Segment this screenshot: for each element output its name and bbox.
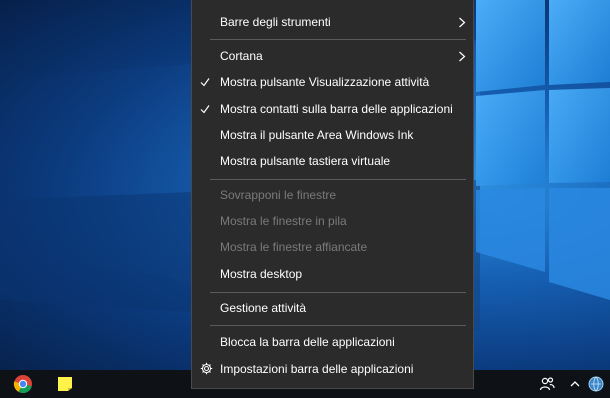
menu-separator	[210, 179, 466, 180]
menu-separator	[210, 325, 466, 326]
menu-item-label: Mostra contatti sulla barra delle applic…	[220, 102, 453, 116]
menu-item-label: Cortana	[220, 49, 263, 63]
menu-item-show-desktop[interactable]: Mostra desktop	[192, 261, 473, 287]
menu-item-label: Mostra pulsante tastiera virtuale	[220, 154, 391, 168]
menu-item-cascade-windows: Sovrapponi le finestre	[192, 182, 473, 208]
menu-separator	[210, 292, 466, 293]
menu-item-toolbars[interactable]: Barre degli strumenti	[192, 9, 473, 35]
menu-item-label: Blocca la barra delle applicazioni	[220, 335, 395, 349]
menu-separator	[210, 39, 466, 40]
menu-item-show-contacts[interactable]: Mostra contatti sulla barra delle applic…	[192, 96, 473, 122]
menu-item-label: Mostra desktop	[220, 267, 303, 281]
gear-icon	[200, 362, 213, 375]
menu-item-label: Mostra le finestre in pila	[220, 214, 347, 228]
menu-item-label: Gestione attività	[220, 301, 307, 315]
people-icon[interactable]	[536, 373, 558, 395]
menu-item-show-task-view-button[interactable]: Mostra pulsante Visualizzazione attività	[192, 69, 473, 95]
chevron-right-icon	[459, 17, 466, 28]
menu-item-label: Sovrapponi le finestre	[220, 188, 337, 202]
chrome-icon[interactable]	[12, 373, 34, 395]
chevron-up-icon[interactable]	[564, 373, 586, 395]
menu-item-lock-taskbar[interactable]: Blocca la barra delle applicazioni	[192, 329, 473, 355]
menu-item-label: Mostra il pulsante Area Windows Ink	[220, 128, 414, 142]
taskbar-context-menu: Barre degli strumenti Cortana Mostra pul…	[191, 0, 474, 389]
network-icon[interactable]	[585, 373, 607, 395]
sticky-notes-icon[interactable]	[54, 373, 76, 395]
menu-item-side-by-side-windows: Mostra le finestre affiancate	[192, 234, 473, 260]
menu-item-taskbar-settings[interactable]: Impostazioni barra delle applicazioni	[192, 356, 473, 382]
menu-item-label: Impostazioni barra delle applicazioni	[220, 362, 414, 376]
menu-item-cortana[interactable]: Cortana	[192, 43, 473, 69]
menu-item-label: Barre degli strumenti	[220, 15, 331, 29]
menu-item-task-manager[interactable]: Gestione attività	[192, 295, 473, 321]
menu-item-stack-windows: Mostra le finestre in pila	[192, 208, 473, 234]
menu-item-label: Mostra le finestre affiancate	[220, 240, 368, 254]
menu-item-show-touch-keyboard-button[interactable]: Mostra pulsante tastiera virtuale	[192, 148, 473, 174]
menu-item-show-windows-ink-button[interactable]: Mostra il pulsante Area Windows Ink	[192, 122, 473, 148]
checkmark-icon	[200, 78, 210, 87]
menu-item-label: Mostra pulsante Visualizzazione attività	[220, 75, 430, 89]
checkmark-icon	[200, 105, 210, 114]
chevron-right-icon	[459, 51, 466, 62]
